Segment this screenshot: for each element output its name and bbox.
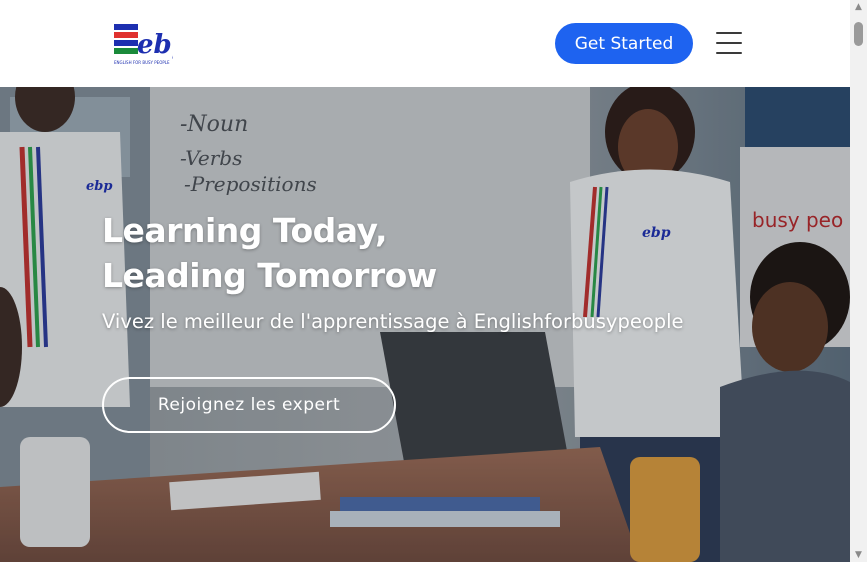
hero-title-line: Learning Today,	[102, 211, 388, 250]
navbar: ebp ENGLISH FOR BUSY PEOPLE Get Started	[0, 0, 850, 87]
logo-wordmark: ebp	[137, 30, 173, 60]
hero-title-line: Leading Tomorrow	[102, 256, 437, 295]
hamburger-line	[716, 42, 742, 44]
hero-title: Learning Today, Leading Tomorrow	[102, 208, 622, 298]
vertical-scrollbar[interactable]: ▲ ▼	[850, 0, 867, 562]
get-started-button[interactable]: Get Started	[555, 23, 693, 64]
hamburger-line	[716, 32, 742, 34]
join-experts-button[interactable]: Rejoignez les expert	[102, 377, 396, 433]
hero-section: -Noun -Verbs -Prepositions busy peo ebp …	[0, 87, 850, 562]
scroll-up-arrow-icon[interactable]: ▲	[850, 0, 867, 14]
scroll-down-arrow-icon[interactable]: ▼	[850, 548, 867, 562]
ebp-logo-graphic: ebp ENGLISH FOR BUSY PEOPLE	[114, 24, 190, 65]
logo-tagline: ENGLISH FOR BUSY PEOPLE	[114, 60, 170, 65]
hero-subtitle: Vivez le meilleur de l'apprentissage à E…	[102, 310, 684, 333]
ebp-logo[interactable]: ebp ENGLISH FOR BUSY PEOPLE	[113, 20, 190, 68]
hamburger-line	[716, 52, 742, 54]
hamburger-menu-icon[interactable]	[716, 32, 742, 54]
scrollbar-thumb[interactable]	[854, 22, 863, 46]
